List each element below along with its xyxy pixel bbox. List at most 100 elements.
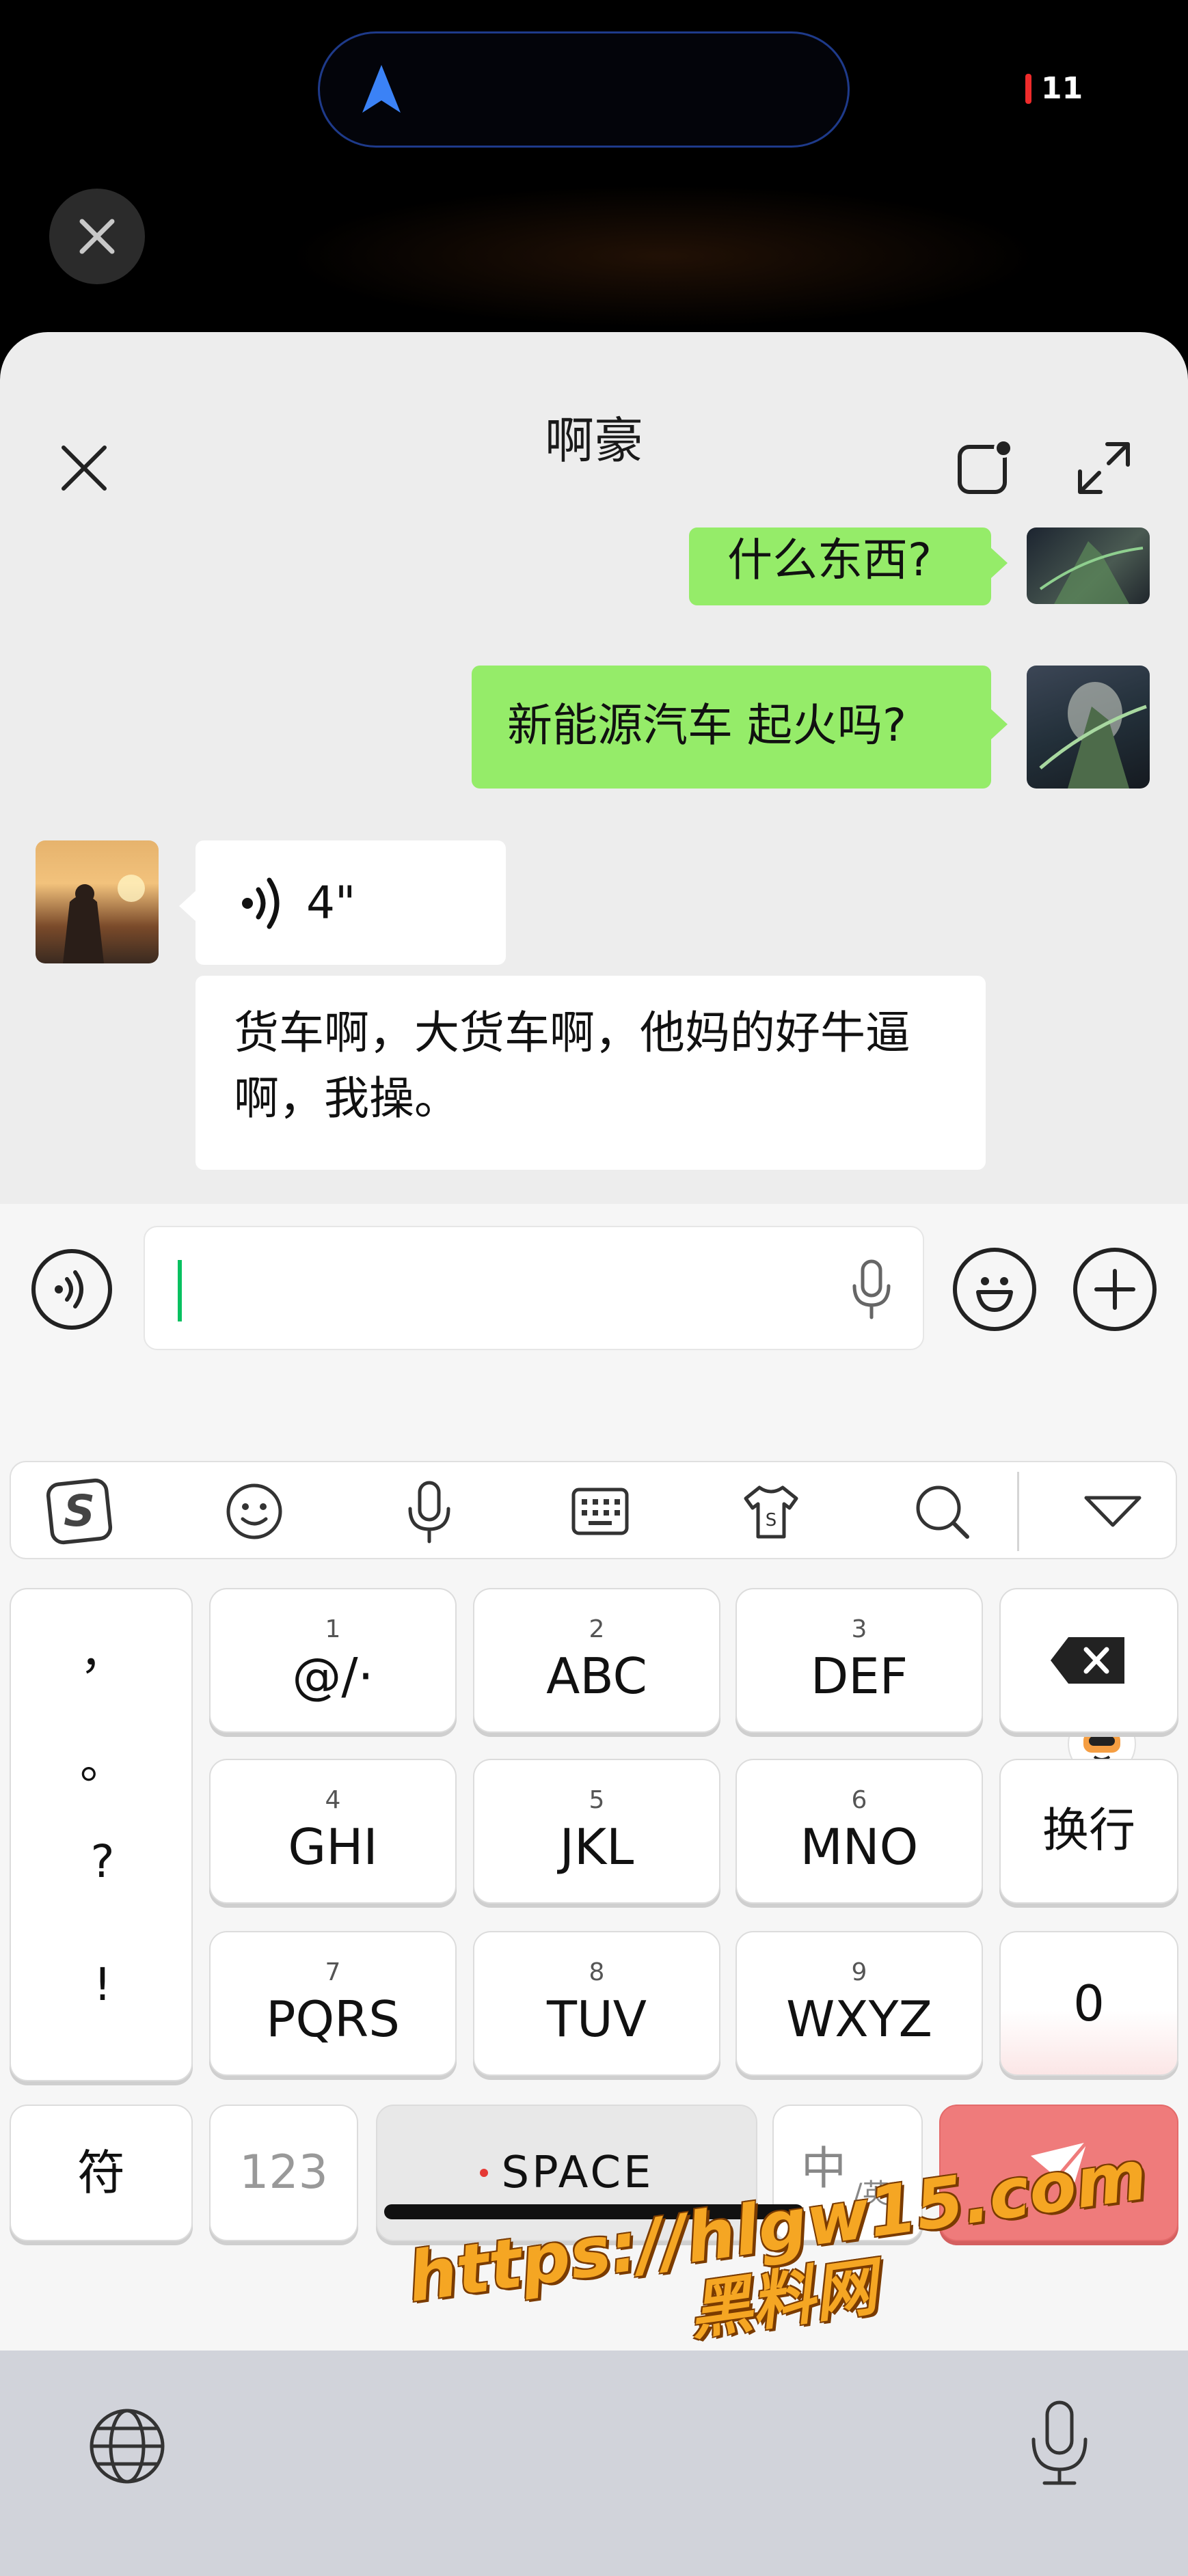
key-label: SPACE — [501, 2148, 654, 2198]
voice-input-icon — [408, 1481, 450, 1544]
sent-message-bubble[interactable]: 什么东西? — [689, 527, 991, 605]
emoji-face-icon — [226, 1483, 282, 1539]
voice-mode-button[interactable] — [31, 1249, 112, 1330]
globe-icon — [90, 2409, 165, 2484]
collapse-keyboard-button[interactable] — [1079, 1477, 1147, 1546]
key-label: DEF — [810, 1647, 908, 1705]
emoji-face-button[interactable] — [220, 1477, 288, 1546]
keyboard-icon — [571, 1488, 629, 1535]
search-icon — [916, 1485, 969, 1539]
skin-button[interactable]: S — [737, 1477, 805, 1546]
location-arrow-icon — [362, 65, 401, 113]
key-4[interactable]: 4 GHI — [209, 1759, 457, 1904]
bubble-tail — [991, 548, 1008, 578]
voice-wave-icon — [242, 877, 280, 929]
chat-header: 啊豪 — [0, 332, 1188, 530]
overlay-close-button[interactable] — [49, 189, 145, 284]
avatar-image — [1039, 541, 1144, 604]
avatar-image — [63, 875, 145, 963]
emoji-button[interactable] — [953, 1248, 1036, 1331]
expand-button[interactable] — [1066, 430, 1142, 506]
key-5[interactable]: 5 JKL — [473, 1759, 720, 1904]
message-text: 什么东西? — [727, 534, 932, 586]
avatar-image — [1039, 682, 1147, 789]
bubble-tail — [991, 709, 1008, 739]
keyboard-layout-button[interactable] — [566, 1477, 634, 1546]
punct-exclaim-key[interactable]: ! — [11, 1958, 194, 2011]
key-number: 4 — [325, 1786, 341, 1814]
emoji-icon — [976, 1277, 1013, 1312]
float-window-button[interactable] — [946, 430, 1021, 506]
more-button[interactable] — [1073, 1248, 1157, 1331]
search-button[interactable] — [908, 1477, 976, 1546]
voice-message-bubble[interactable]: 4" — [195, 840, 506, 965]
key-label: MNO — [800, 1818, 919, 1876]
punct-question-key[interactable]: ? — [11, 1835, 194, 1888]
backspace-key[interactable] — [999, 1588, 1178, 1733]
dictation-button[interactable] — [1025, 2398, 1094, 2490]
my-avatar[interactable] — [1027, 666, 1150, 789]
key-1[interactable]: 1 @/· — [209, 1588, 457, 1733]
dynamic-island — [318, 31, 850, 148]
punct-period-key[interactable]: 。 — [11, 1726, 194, 1792]
status-bar: 11 — [0, 0, 1188, 178]
key-label: 换行 — [1042, 1804, 1135, 1858]
key-8[interactable]: 8 TUV — [473, 1931, 720, 2076]
key-label: @/· — [292, 1647, 374, 1705]
battery-indicator: 11 — [1025, 71, 1083, 106]
punct-comma-key[interactable]: ， — [11, 1617, 194, 1682]
contact-avatar[interactable] — [36, 840, 159, 963]
backspace-icon — [1051, 1637, 1124, 1684]
key-number: 2 — [589, 1615, 605, 1643]
received-message-bubble[interactable]: 货车啊，大货车啊，他妈的好牛逼啊，我操。 — [195, 976, 986, 1170]
sent-message-bubble[interactable]: 新能源汽车 起火吗? — [472, 666, 991, 789]
bubble-tail — [179, 891, 195, 921]
sogou-logo-icon: S — [46, 1478, 113, 1545]
key-label: ABC — [546, 1647, 647, 1705]
key-3[interactable]: 3 DEF — [735, 1588, 983, 1733]
background-glow — [287, 184, 1039, 328]
sogou-logo-button[interactable]: S — [45, 1477, 113, 1546]
battery-level-text: 11 — [1041, 71, 1083, 106]
key-label: GHI — [288, 1818, 378, 1876]
voice-mode-icon — [55, 1270, 83, 1308]
globe-button[interactable] — [86, 2405, 168, 2490]
key-label: WXYZ — [786, 1990, 932, 2048]
close-icon — [79, 219, 115, 254]
minimize-window-icon — [958, 439, 1013, 494]
collapse-icon — [1084, 1496, 1142, 1527]
key-number: 8 — [589, 1958, 605, 1986]
key-label: 123 — [239, 2146, 328, 2200]
svg-text:S: S — [64, 1486, 95, 1537]
key-number: 5 — [589, 1786, 605, 1814]
key-6[interactable]: 6 MNO — [735, 1759, 983, 1904]
key-number: 7 — [325, 1958, 341, 1986]
voice-duration: 4" — [306, 877, 356, 929]
microphone-icon — [1031, 2400, 1088, 2485]
key-label: JKL — [559, 1818, 634, 1876]
skin-icon: S — [744, 1485, 798, 1539]
punctuation-column[interactable]: ， 。 ? ! — [10, 1588, 193, 2081]
key-0[interactable]: 0 — [999, 1931, 1178, 2076]
numbers-key[interactable]: 123 — [209, 2105, 358, 2241]
key-label: TUV — [547, 1990, 647, 2048]
key-9[interactable]: 9 WXYZ — [735, 1931, 983, 2076]
my-avatar[interactable] — [1027, 527, 1150, 604]
keyboard-toolbar: S S — [10, 1461, 1177, 1559]
message-text: 新能源汽车 起火吗? — [507, 699, 907, 752]
key-2[interactable]: 2 ABC — [473, 1588, 720, 1733]
key-number: 6 — [851, 1786, 867, 1814]
voice-input-button[interactable] — [395, 1477, 463, 1546]
toolbar-divider — [1017, 1472, 1019, 1551]
message-input[interactable] — [144, 1226, 924, 1350]
key-label: PQRS — [266, 1990, 400, 2048]
key-7[interactable]: 7 PQRS — [209, 1931, 457, 2076]
key-number: 1 — [325, 1615, 341, 1643]
microphone-icon[interactable] — [848, 1259, 895, 1320]
battery-level-bar — [1025, 73, 1031, 104]
svg-text:S: S — [766, 1510, 777, 1531]
space-dot — [479, 2169, 488, 2177]
newline-key[interactable]: 换行 — [999, 1759, 1178, 1904]
symbol-key[interactable]: 符 — [10, 2105, 193, 2241]
system-keyboard-bar — [0, 2351, 1188, 2576]
